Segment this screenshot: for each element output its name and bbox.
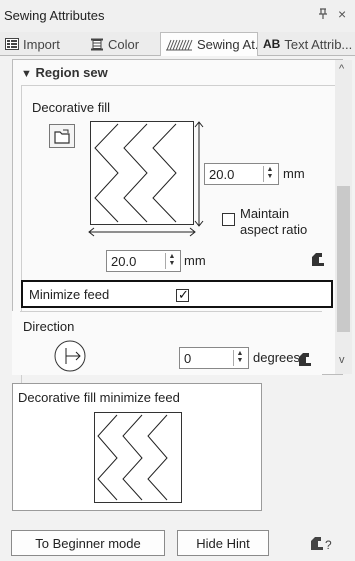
- color-icon: [90, 38, 104, 51]
- tab-label: Sewing At...: [197, 37, 257, 52]
- spin-arrows-icon[interactable]: ▲ ▼: [233, 350, 246, 366]
- pin-icon[interactable]: [318, 8, 328, 23]
- import-icon: [5, 38, 19, 50]
- checkmark-icon: ✓: [178, 287, 189, 302]
- direction-spinbox[interactable]: 0 ▲ ▼: [179, 347, 249, 369]
- sewing-pattern-icon: [165, 39, 193, 51]
- beginner-mode-button[interactable]: To Beginner mode: [11, 530, 165, 556]
- maintain-aspect-label: Maintain: [240, 206, 290, 221]
- window-title: Sewing Attributes: [4, 8, 105, 23]
- minimize-feed-row: Minimize feed ✓: [21, 280, 333, 308]
- width-arrow: [87, 226, 197, 238]
- direction-value: 0: [184, 351, 192, 366]
- maintain-aspect-label-2: aspect ratio: [240, 222, 308, 237]
- minimize-feed-label: Minimize feed: [29, 287, 110, 302]
- decorative-fill-label: Decorative fill: [32, 100, 111, 115]
- direction-dial-icon[interactable]: [53, 339, 87, 373]
- machine-help-icon[interactable]: ?: [309, 535, 333, 554]
- fill-pattern-preview: [90, 121, 194, 225]
- width-spinbox[interactable]: 20.0 ▲ ▼: [106, 250, 181, 272]
- spin-arrows-icon[interactable]: ▲ ▼: [165, 253, 178, 269]
- tab-color[interactable]: Color: [86, 32, 158, 56]
- height-value: 20.0: [209, 167, 235, 182]
- machine-icon[interactable]: [310, 251, 326, 270]
- scroll-down-icon[interactable]: v: [339, 354, 345, 366]
- svg-text:?: ?: [325, 538, 332, 551]
- tab-label: Import: [23, 36, 60, 52]
- tab-sewing-attributes[interactable]: Sewing At...: [160, 32, 258, 56]
- height-spinbox[interactable]: 20.0 ▲ ▼: [204, 163, 279, 185]
- height-unit: mm: [283, 166, 305, 181]
- tab-label: Color: [108, 36, 140, 52]
- vertical-scrollbar[interactable]: ^ v: [335, 60, 352, 374]
- minimize-feed-checkbox[interactable]: ✓: [176, 287, 189, 302]
- section-title: Region sew: [35, 65, 108, 80]
- scroll-up-icon[interactable]: ^: [339, 63, 344, 75]
- width-unit: mm: [184, 253, 206, 268]
- maintain-aspect-checkbox[interactable]: [222, 213, 235, 226]
- hide-hint-button[interactable]: Hide Hint: [177, 530, 269, 556]
- width-value: 20.0: [111, 254, 137, 269]
- hint-title: Decorative fill minimize feed: [18, 390, 180, 405]
- hint-pattern-preview: [94, 412, 182, 503]
- tab-text-attributes[interactable]: AB Text Attrib...: [261, 32, 355, 56]
- collapse-triangle-icon[interactable]: ▼: [21, 68, 32, 80]
- close-icon[interactable]: ×: [338, 6, 346, 22]
- hint-panel: Decorative fill minimize feed: [12, 383, 262, 511]
- scroll-thumb[interactable]: [337, 186, 350, 332]
- tab-import[interactable]: Import: [2, 32, 82, 56]
- open-file-button[interactable]: [49, 124, 75, 148]
- title-bar: Sewing Attributes ×: [0, 0, 355, 32]
- section-header[interactable]: ▼ Region sew: [21, 65, 108, 80]
- text-ab-icon: AB: [263, 37, 281, 51]
- spin-arrows-icon[interactable]: ▲ ▼: [263, 166, 276, 182]
- direction-label: Direction: [23, 319, 75, 334]
- open-folder-icon: [54, 129, 70, 144]
- direction-section: Direction 0 ▲ ▼ degrees: [12, 311, 322, 375]
- direction-unit: degrees: [253, 350, 300, 365]
- tab-bar: Import Color Sewing At... AB Text Attrib…: [0, 32, 355, 56]
- tab-label: Text Attrib...: [284, 36, 353, 52]
- machine-icon[interactable]: [297, 351, 313, 370]
